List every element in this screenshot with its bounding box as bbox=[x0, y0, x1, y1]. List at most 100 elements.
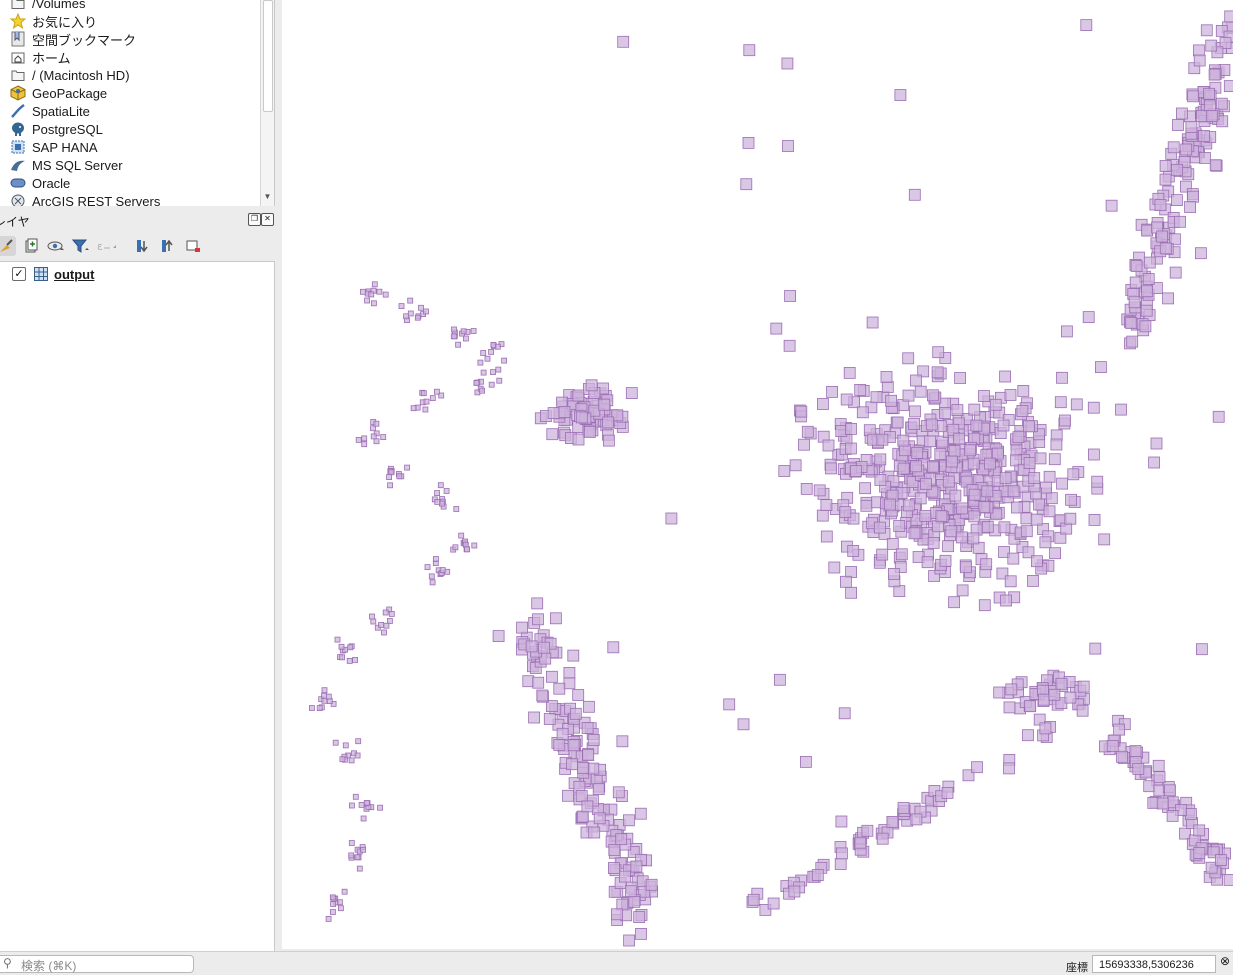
expander-icon[interactable]: • bbox=[0, 70, 3, 80]
feature-square bbox=[1201, 25, 1212, 36]
browser-item[interactable]: •/ (Macintosh HD) bbox=[0, 66, 260, 84]
feature-square bbox=[371, 301, 376, 306]
table-grid-icon bbox=[34, 267, 48, 281]
browser-item-label: ArcGIS REST Servers bbox=[32, 194, 160, 207]
feature-square bbox=[1018, 385, 1029, 396]
scroll-down-arrow-icon[interactable]: ▼ bbox=[261, 190, 274, 204]
feature-square bbox=[960, 562, 971, 573]
browser-item[interactable]: • GeoPackage bbox=[0, 84, 260, 102]
browser-scrollbar[interactable]: ▼ bbox=[260, 0, 274, 206]
layer-visibility-checkbox[interactable]: ✓ bbox=[12, 267, 26, 281]
feature-square bbox=[911, 461, 922, 472]
browser-item[interactable]: •SAP HANA bbox=[0, 138, 260, 156]
feature-square bbox=[1040, 537, 1051, 548]
feature-square bbox=[979, 391, 990, 402]
feature-square bbox=[478, 360, 483, 365]
layer-item-output[interactable]: ✓ output bbox=[12, 265, 94, 283]
feature-square bbox=[1157, 231, 1168, 242]
filter-by-expression-button[interactable]: ε bbox=[96, 236, 116, 256]
feature-square bbox=[965, 445, 976, 456]
feature-square bbox=[949, 597, 960, 608]
add-group-button[interactable] bbox=[21, 236, 41, 256]
browser-item[interactable]: • ArcGIS REST Servers bbox=[0, 192, 260, 206]
coordinate-field[interactable]: 15693338,5306236 bbox=[1092, 955, 1216, 973]
feature-square bbox=[333, 740, 338, 745]
expander-icon[interactable]: • bbox=[0, 160, 3, 170]
browser-item[interactable]: •ホーム bbox=[0, 48, 260, 66]
close-panel-icon[interactable]: ✕ bbox=[261, 213, 274, 226]
browser-item[interactable]: •お気に入り bbox=[0, 12, 260, 30]
manage-visibility-button[interactable] bbox=[46, 236, 66, 256]
map-features bbox=[282, 0, 1233, 949]
feature-square bbox=[451, 334, 456, 339]
feature-square bbox=[867, 317, 878, 328]
crs-icon[interactable]: ⊗ bbox=[1220, 954, 1230, 968]
feature-square bbox=[1021, 513, 1032, 524]
browser-item[interactable]: •SpatiaLite bbox=[0, 102, 260, 120]
expander-icon[interactable]: • bbox=[0, 106, 3, 116]
feature-square bbox=[337, 900, 342, 905]
feature-square bbox=[1050, 548, 1061, 559]
expander-icon[interactable]: • bbox=[0, 178, 3, 188]
browser-item[interactable]: •PostgreSQL bbox=[0, 120, 260, 138]
feature-square bbox=[430, 396, 435, 401]
remove-layer-button[interactable] bbox=[183, 236, 203, 256]
browser-item-label: GeoPackage bbox=[32, 86, 107, 101]
feature-square bbox=[1065, 513, 1076, 524]
feature-square bbox=[1196, 644, 1207, 655]
browser-item[interactable]: •/Volumes bbox=[0, 0, 260, 12]
collapse-all-button[interactable] bbox=[158, 236, 178, 256]
eye-icon bbox=[47, 238, 65, 254]
expander-icon[interactable]: • bbox=[0, 16, 3, 26]
feature-square bbox=[783, 141, 794, 152]
feature-square bbox=[910, 406, 921, 417]
browser-scroll-thumb[interactable] bbox=[263, 0, 273, 112]
expander-icon[interactable]: • bbox=[0, 88, 3, 98]
feature-square bbox=[389, 470, 394, 475]
feature-square bbox=[440, 568, 445, 573]
browser-item[interactable]: •空間ブックマーク bbox=[0, 30, 260, 48]
geopackage-icon bbox=[10, 85, 26, 101]
feature-square bbox=[1155, 200, 1166, 211]
feature-square bbox=[877, 434, 888, 445]
feature-square bbox=[915, 386, 926, 397]
feature-square bbox=[979, 502, 990, 513]
expander-icon[interactable]: • bbox=[0, 142, 3, 152]
feature-square bbox=[1205, 100, 1216, 111]
layers-tree: ✓ output bbox=[0, 261, 275, 952]
locator-placeholder: 検索 (⌘K) bbox=[21, 957, 76, 974]
browser-item[interactable]: •Oracle bbox=[0, 174, 260, 192]
feature-square bbox=[646, 879, 657, 890]
filter-legend-button[interactable] bbox=[71, 236, 91, 256]
feature-square bbox=[1180, 828, 1191, 839]
feature-square bbox=[814, 485, 825, 496]
oracle-icon bbox=[10, 175, 26, 191]
feature-square bbox=[1012, 502, 1023, 513]
feature-square bbox=[971, 420, 982, 431]
map-canvas[interactable] bbox=[282, 0, 1233, 949]
feature-square bbox=[1005, 390, 1016, 401]
feature-square bbox=[1176, 108, 1187, 119]
feature-square bbox=[982, 521, 993, 532]
feature-square bbox=[894, 586, 905, 597]
feature-square bbox=[969, 489, 980, 500]
browser-item[interactable]: •MS SQL Server bbox=[0, 156, 260, 174]
layer-name[interactable]: output bbox=[54, 267, 94, 282]
feature-square bbox=[1199, 152, 1210, 163]
expander-icon[interactable]: • bbox=[0, 124, 3, 134]
feature-square bbox=[898, 803, 909, 814]
style-manager-button[interactable] bbox=[0, 236, 16, 256]
expander-icon[interactable]: • bbox=[0, 196, 3, 206]
undock-panel-icon[interactable]: ❐ bbox=[248, 213, 261, 226]
expand-all-button[interactable] bbox=[133, 236, 153, 256]
feature-square bbox=[388, 483, 393, 488]
feature-square bbox=[1044, 471, 1055, 482]
locator-search-input[interactable]: ⚲ 検索 (⌘K) bbox=[0, 955, 194, 973]
expander-icon[interactable]: • bbox=[0, 0, 3, 8]
expander-icon[interactable]: • bbox=[0, 34, 3, 44]
expander-icon[interactable]: • bbox=[0, 52, 3, 62]
feature-square bbox=[1000, 371, 1011, 382]
feature-square bbox=[940, 555, 951, 566]
feature-square bbox=[855, 384, 866, 395]
feature-square bbox=[1035, 453, 1046, 464]
